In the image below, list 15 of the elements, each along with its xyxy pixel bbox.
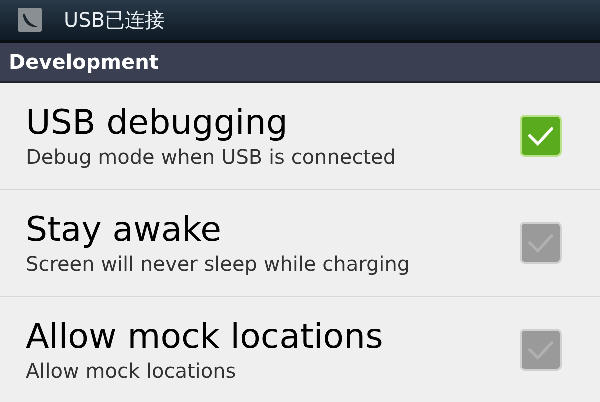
setting-summary: Debug mode when USB is connected [26,144,398,170]
usb-notification-icon [18,8,42,32]
setting-row[interactable]: Allow mock locations Allow mock locations [0,297,600,402]
setting-row[interactable]: Stay awake Screen will never sleep while charging [0,190,600,297]
section-title: Development [9,49,159,76]
checkbox[interactable] [520,222,562,264]
setting-summary: Allow mock locations [26,358,238,384]
checkbox[interactable] [520,329,562,371]
setting-title: USB debugging [26,102,289,144]
checkbox[interactable] [520,115,562,157]
setting-title: Stay awake [26,209,223,251]
setting-title: Allow mock locations [26,316,384,358]
setting-summary: Screen will never sleep while charging [26,251,412,277]
notification-text: USB已连接 [64,7,166,34]
setting-row[interactable]: USB debugging Debug mode when USB is connected [0,83,600,190]
